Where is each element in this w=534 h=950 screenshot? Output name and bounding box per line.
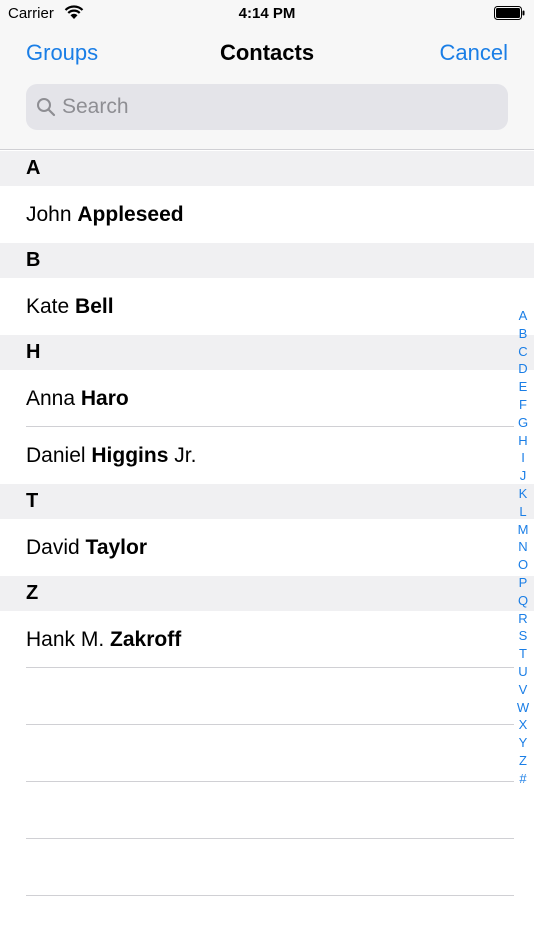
index-letter-r[interactable]: R [518,610,527,628]
contact-row[interactable]: Anna Haro [0,370,534,427]
index-letter-c[interactable]: C [518,343,527,361]
contact-row[interactable]: John Appleseed [0,186,534,243]
contact-first-name: David [26,536,80,559]
index-letter-m[interactable]: M [518,521,529,539]
index-letter-f[interactable]: F [519,396,527,414]
index-letter-v[interactable]: V [519,681,528,699]
contact-first-name: Anna [26,387,76,410]
index-letter-y[interactable]: Y [519,734,528,752]
index-letter-t[interactable]: T [519,645,527,663]
contact-last-name: Haro [80,387,129,410]
empty-row [0,782,534,839]
empty-row [0,725,534,782]
index-letter-s[interactable]: S [519,627,528,645]
contact-last-name: Zakroff [110,628,182,651]
index-letter-h[interactable]: H [518,432,527,450]
index-letter-p[interactable]: P [519,574,528,592]
section-header-h: H [0,335,534,370]
search-icon [36,97,56,117]
index-letter-k[interactable]: K [519,485,528,503]
search-bar[interactable] [26,84,508,130]
cancel-button[interactable]: Cancel [440,40,508,66]
section-header-t: T [0,484,534,519]
index-letter-z[interactable]: Z [519,752,527,770]
empty-row [0,896,534,950]
index-letter-i[interactable]: I [521,449,525,467]
index-letter-g[interactable]: G [518,414,528,432]
contact-row[interactable]: David Taylor [0,519,534,576]
empty-row [0,839,534,896]
index-letter-b[interactable]: B [519,325,528,343]
index-letter-x[interactable]: X [519,716,528,734]
section-header-z: Z [0,576,534,611]
status-bar: Carrier 4:14 PM [0,0,534,28]
contact-first-name: Hank M. [26,628,105,651]
empty-row [0,668,534,725]
index-letter-j[interactable]: J [520,467,527,485]
battery-icon [494,6,526,20]
search-input[interactable] [62,84,492,130]
section-header-a: A [0,151,534,186]
contact-last-name: Taylor [85,536,148,559]
index-letter-u[interactable]: U [518,663,527,681]
contact-last-name: Appleseed [77,203,184,226]
contact-row[interactable]: Kate Bell [0,278,534,335]
contact-last-name: Higgins [91,444,169,467]
section-header-b: B [0,243,534,278]
contact-list: A John Appleseed B Kate Bell H Anna Haro Danie… [0,151,534,950]
index-letter-d[interactable]: D [518,360,527,378]
contact-last-name: Bell [75,295,114,318]
index-letter-l[interactable]: L [519,503,526,521]
navigation-header: Groups Contacts Cancel [0,28,534,150]
contact-first-name: Daniel [26,444,86,467]
contact-row[interactable]: Daniel Higgins Jr. [0,427,534,484]
index-letter-w[interactable]: W [517,699,529,717]
contact-suffix: Jr. [174,444,197,467]
index-letter-a[interactable]: A [519,307,528,325]
index-letter-e[interactable]: E [519,378,528,396]
index-letter-o[interactable]: O [518,556,528,574]
contact-first-name: Kate [26,295,70,318]
index-letter-hash[interactable]: # [519,770,526,788]
section-index-bar[interactable]: A B C D E F G H I J K L M N O P Q R S T U V W X Y Z # [515,307,531,788]
index-letter-q[interactable]: Q [518,592,528,610]
index-letter-n[interactable]: N [518,538,527,556]
status-time: 4:14 PM [238,5,296,22]
contact-first-name: John [26,203,72,226]
contact-row[interactable]: Hank M. Zakroff [0,611,534,668]
